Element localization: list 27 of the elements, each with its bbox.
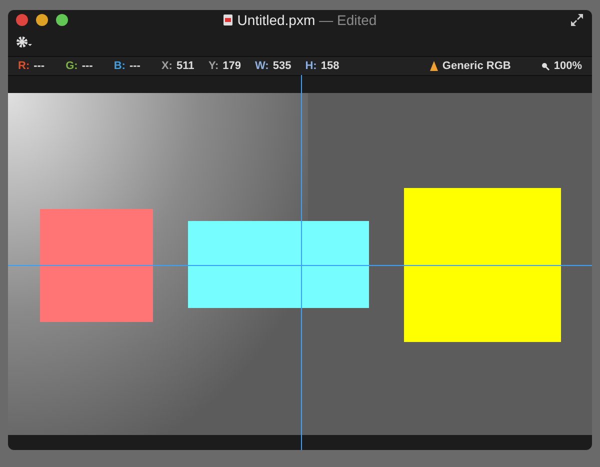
zoom-button[interactable]	[56, 14, 68, 26]
fullscreen-icon[interactable]	[570, 13, 584, 27]
settings-menu-button[interactable]	[16, 36, 34, 48]
readout-label: W:	[255, 58, 269, 74]
readout-label: Y:	[208, 58, 219, 74]
readout-value: 179	[222, 58, 241, 74]
readout-value: ---	[129, 58, 142, 74]
readout-label: X:	[161, 58, 172, 74]
readout-value: 158	[320, 58, 340, 74]
color-profile-icon	[430, 61, 438, 71]
readout-label: R:	[18, 58, 30, 74]
document-icon	[223, 14, 234, 26]
readout-value: ---	[82, 58, 94, 74]
search-icon	[540, 62, 550, 70]
readout-value: 511	[176, 58, 194, 74]
readout-value: ---	[34, 58, 46, 74]
readout-value: 535	[272, 58, 292, 74]
color-profile[interactable]: Generic RGB	[442, 58, 511, 74]
readout-label: H:	[305, 58, 317, 74]
readout-label: G:	[66, 58, 78, 74]
zoom-level[interactable]: 100%	[554, 58, 582, 74]
edited-status: — Edited	[319, 10, 377, 30]
close-button[interactable]	[16, 14, 28, 26]
minimize-button[interactable]	[36, 14, 48, 26]
window-title: Untitled.pxm	[237, 10, 316, 30]
settings-icon	[16, 36, 34, 48]
readout-label: B:	[114, 58, 126, 74]
